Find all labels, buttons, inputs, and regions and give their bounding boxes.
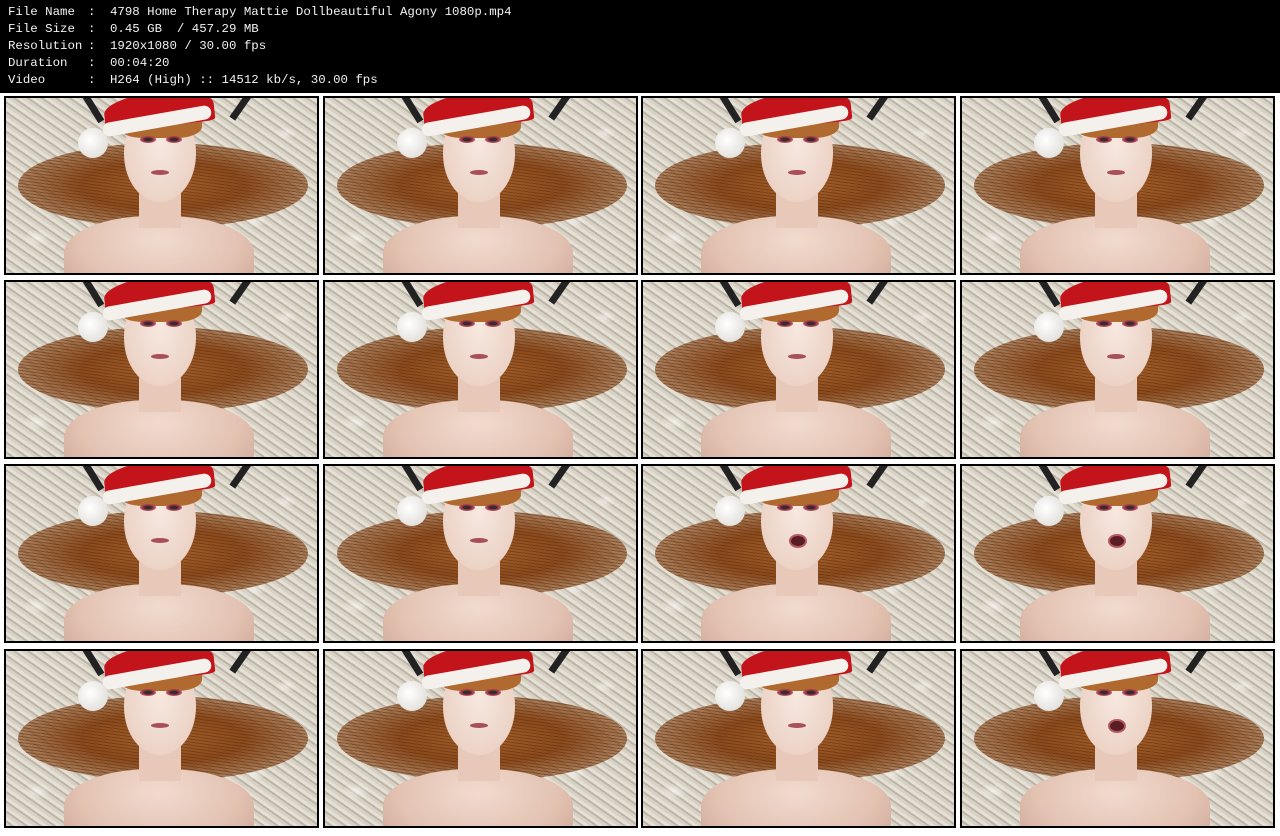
video-frame-image	[6, 282, 317, 457]
info-label: File Size	[8, 22, 75, 36]
thumbnail-frame	[323, 280, 638, 459]
info-value: 4798 Home Therapy Mattie Dollbeautiful A…	[110, 5, 512, 19]
thumbnail-frame	[960, 649, 1275, 828]
info-label: File Name	[8, 5, 75, 19]
info-value: 00:04:20	[110, 56, 170, 70]
thumbnail-grid	[0, 93, 1280, 836]
thumbnail-frame	[323, 96, 638, 275]
video-frame-image	[962, 282, 1273, 457]
thumbnail-frame	[641, 464, 956, 643]
info-label: Duration	[8, 56, 68, 70]
info-separator: :	[88, 39, 96, 53]
info-label: Resolution	[8, 39, 83, 53]
info-row-file-size: File Size:0.45 GB / 457.29 MB	[0, 21, 1280, 38]
video-frame-image	[643, 98, 954, 273]
thumbnail-frame	[4, 464, 319, 643]
info-row-resolution: Resolution:1920x1080 / 30.00 fps	[0, 38, 1280, 55]
thumbnail-frame	[4, 96, 319, 275]
video-frame-image	[6, 98, 317, 273]
video-frame-image	[325, 466, 636, 641]
video-frame-image	[325, 98, 636, 273]
info-label: Video	[8, 73, 46, 87]
info-row-file-name: File Name:4798 Home Therapy Mattie Dollb…	[0, 4, 1280, 21]
video-frame-image	[325, 651, 636, 826]
thumbnail-frame	[960, 96, 1275, 275]
info-row-duration: Duration:00:04:20	[0, 55, 1280, 72]
file-info-header: File Name:4798 Home Therapy Mattie Dollb…	[0, 0, 1280, 93]
thumbnail-frame	[641, 280, 956, 459]
video-frame-image	[643, 651, 954, 826]
video-frame-image	[6, 466, 317, 641]
info-row-video: Video: H264 (High) :: 14512 kb/s, 30.00 f…	[0, 72, 1280, 89]
thumbnail-frame	[323, 649, 638, 828]
video-frame-image	[962, 466, 1273, 641]
thumbnail-frame	[960, 280, 1275, 459]
video-frame-image	[6, 651, 317, 826]
contact-sheet: File Name:4798 Home Therapy Mattie Dollb…	[0, 0, 1280, 836]
info-value: 0.45 GB / 457.29 MB	[110, 22, 259, 36]
info-separator: :	[88, 56, 96, 70]
video-frame-image	[962, 98, 1273, 273]
info-separator: :	[88, 22, 96, 36]
info-separator: :	[88, 5, 96, 19]
thumbnail-frame	[4, 280, 319, 459]
video-frame-image	[325, 282, 636, 457]
video-frame-image	[962, 651, 1273, 826]
info-value: H264 (High) :: 14512 kb/s, 30.00 fps	[110, 73, 378, 87]
info-value: 1920x1080 / 30.00 fps	[110, 39, 267, 53]
info-separator: :	[88, 73, 96, 87]
thumbnail-frame	[641, 96, 956, 275]
thumbnail-frame	[323, 464, 638, 643]
thumbnail-frame	[4, 649, 319, 828]
thumbnail-frame	[960, 464, 1275, 643]
thumbnail-frame	[641, 649, 956, 828]
video-frame-image	[643, 282, 954, 457]
video-frame-image	[643, 466, 954, 641]
